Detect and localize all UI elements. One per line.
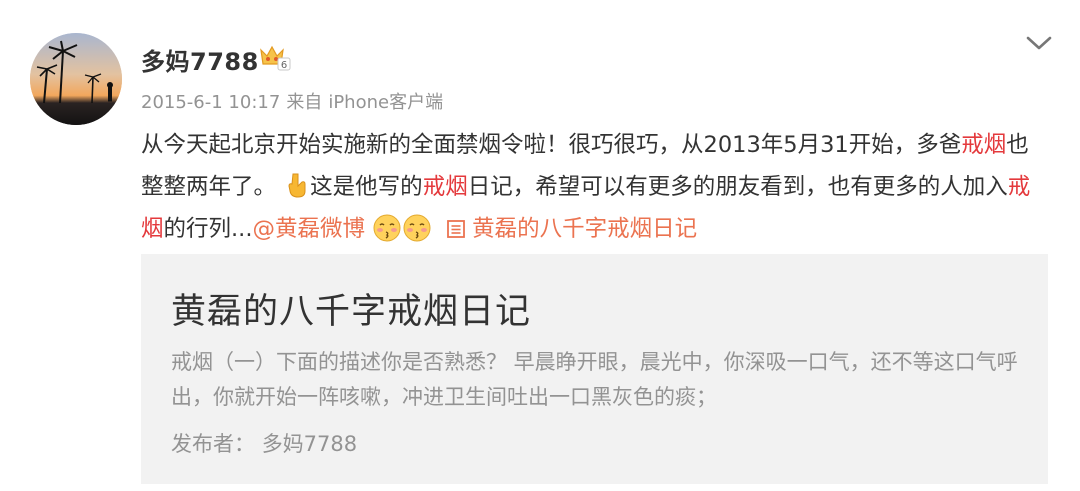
article-card[interactable]: 黄磊的八千字戒烟日记 戒烟（一）下面的描述你是否熟悉？ 早晨睁开眼，晨光中，你深… — [141, 254, 1048, 484]
post-text-segment: 日记，希望可以有更多的朋友看到，也有更多的人加入 — [467, 174, 1008, 200]
avatar-image — [30, 33, 122, 125]
pointing-down-icon — [288, 173, 306, 198]
mention-link[interactable]: @黄磊微博 — [252, 216, 365, 242]
article-link[interactable]: 黄磊的八千字戒烟日记 — [472, 216, 697, 242]
chevron-down-icon[interactable] — [1024, 32, 1054, 54]
post-text-segment: 这是他写的 — [310, 174, 423, 200]
publisher-label: 发布者： — [171, 432, 255, 456]
username[interactable]: 多妈7788 — [141, 42, 259, 77]
card-publisher: 发布者： 多妈7788 — [171, 428, 357, 458]
card-title: 黄磊的八千字戒烟日记 — [171, 292, 532, 332]
vip-crown-icon[interactable]: 6 — [258, 44, 292, 72]
post-text: 从今天起北京开始实施新的全面禁烟令啦！很巧很巧，从2013年5月31开始，多爸戒… — [141, 124, 1051, 250]
post-text-segment: 从今天起北京开始实施新的全面禁烟令啦！很巧很巧，从2013年5月31开始，多爸 — [141, 132, 962, 158]
publisher-name: 多妈7788 — [261, 432, 358, 456]
post-source[interactable]: iPhone客户端 — [328, 92, 443, 113]
card-summary: 戒烟（一）下面的描述你是否熟悉？ 早晨睁开眼，晨光中，你深吸一口气，还不等这口气… — [171, 350, 1018, 409]
kiss-icon — [373, 214, 401, 242]
keyword-highlight: 戒烟 — [422, 174, 468, 200]
vip-level: 6 — [281, 60, 287, 71]
kiss-icon — [403, 214, 431, 242]
post-meta: 2015-6-1 10:17 来自 iPhone客户端 — [141, 88, 449, 114]
keyword-highlight: 戒烟 — [961, 132, 1007, 158]
article-icon — [447, 220, 466, 238]
source-prefix: 来自 — [286, 92, 323, 113]
post-timestamp[interactable]: 2015-6-1 10:17 — [141, 92, 280, 113]
post-text-segment: 的行列... — [163, 216, 253, 242]
avatar[interactable] — [30, 33, 122, 125]
